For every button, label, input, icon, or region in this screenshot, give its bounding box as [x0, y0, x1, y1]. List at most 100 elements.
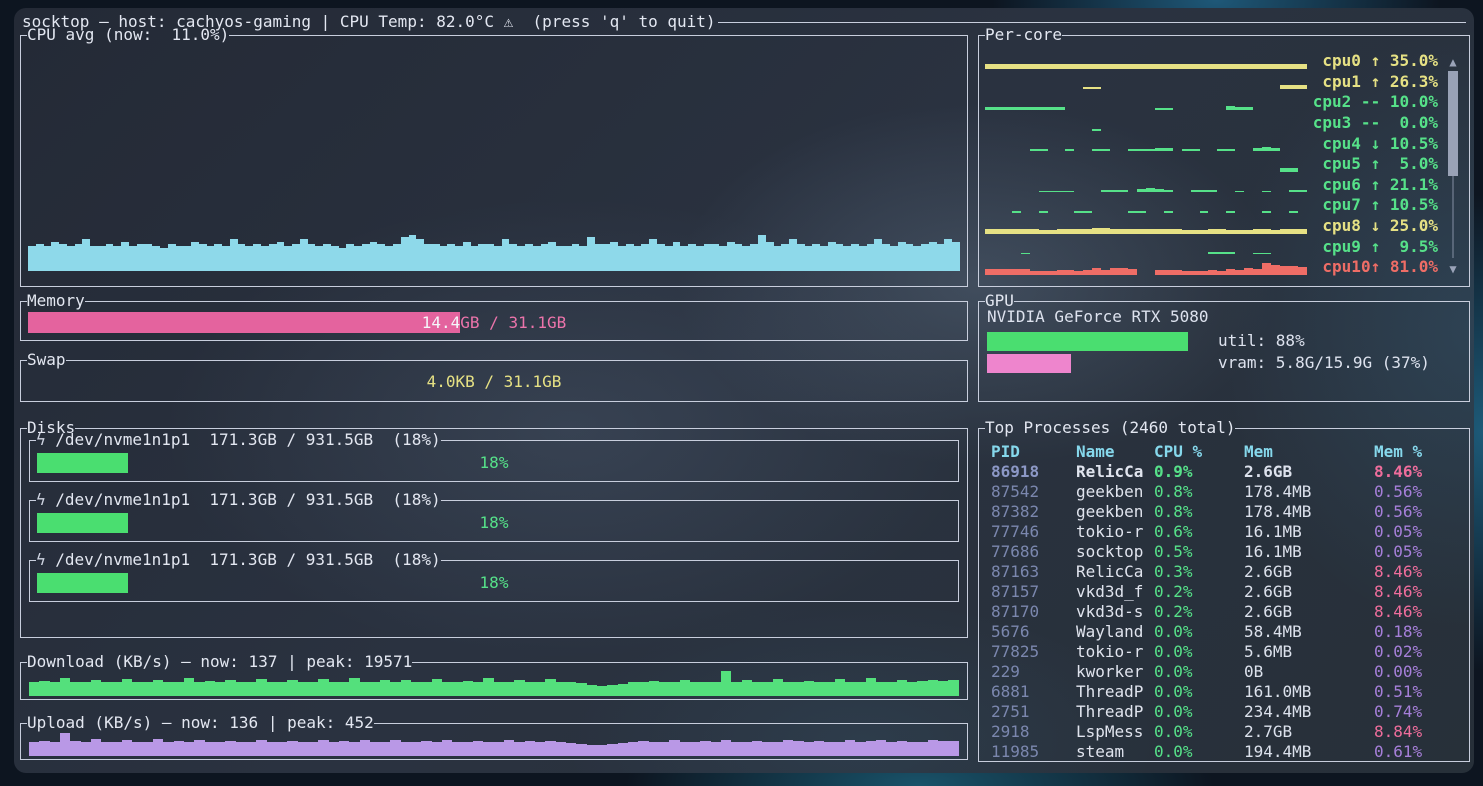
per-core-row: cpu7 ↑ 10.5% [979, 195, 1469, 216]
process-mem: 194.4MB [1244, 742, 1311, 762]
per-core-list: cpu0 ↑ 35.0% cpu1 ↑ 26.3% cpu2 -- 10.0% … [979, 51, 1469, 278]
app-title: socktop — host: cachyos-gaming | CPU Tem… [22, 12, 716, 32]
process-table-header: PID Name CPU % Mem Mem % [979, 442, 1469, 462]
memory-gauge-label: 14.4GB / 31.1GB [28, 312, 960, 333]
process-mem: 2.6GB [1244, 462, 1292, 482]
process-mem: 234.4MB [1244, 702, 1311, 722]
upload-panel: Upload (KB/s) — now: 136 | peak: 452 [20, 723, 968, 760]
process-cpu: 0.8% [1154, 502, 1193, 522]
process-row[interactable]: 11985 steam 0.0% 194.4MB 0.61% [979, 742, 1469, 762]
process-name: vkd3d-s [1076, 602, 1143, 622]
process-mempct: 8.84% [1374, 722, 1422, 742]
gpu-vram-label: vram: 5.8G/15.9G (37%) [1218, 353, 1430, 373]
process-row[interactable]: 86918 RelicCa 0.9% 2.6GB 8.46% [979, 462, 1469, 482]
process-mempct: 0.56% [1374, 502, 1422, 522]
process-row[interactable]: 77686 socktop 0.5% 16.1MB 0.05% [979, 542, 1469, 562]
process-mem: 161.0MB [1244, 682, 1311, 702]
process-cpu: 0.0% [1154, 702, 1193, 722]
core-label: cpu6 ↑ 21.1% [1308, 175, 1438, 195]
process-name: ThreadP [1076, 702, 1143, 722]
process-row[interactable]: 77825 tokio-r 0.0% 5.6MB 0.02% [979, 642, 1469, 662]
column-header-mempct: Mem % [1374, 442, 1422, 462]
disk-lightning-icon: ϟ [36, 550, 46, 569]
core-label: cpu2 -- 10.0% [1308, 92, 1438, 112]
per-core-panel: Per-core cpu0 ↑ 35.0% cpu1 ↑ 26.3% cpu2 … [978, 35, 1470, 287]
process-row[interactable]: 87542 geekben 0.8% 178.4MB 0.56% [979, 482, 1469, 502]
per-core-row: cpu6 ↑ 21.1% [979, 175, 1469, 196]
swap-panel: Swap 4.0KB / 31.1GB [20, 360, 968, 402]
core-label: cpu0 ↑ 35.0% [1308, 51, 1438, 71]
core-sparkline [985, 75, 1307, 90]
process-row[interactable]: 87163 RelicCa 0.3% 2.6GB 8.46% [979, 562, 1469, 582]
process-name: kworker [1076, 662, 1143, 682]
process-pid: 2751 [991, 702, 1030, 722]
percore-scrollbar[interactable]: ▲ ▼ [1445, 55, 1461, 276]
process-cpu: 0.0% [1154, 682, 1193, 702]
gpu-vram-gauge [987, 354, 1215, 373]
column-header-name: Name [1076, 442, 1115, 462]
process-pid: 87382 [991, 502, 1039, 522]
core-sparkline [985, 137, 1307, 152]
core-label: cpu7 ↑ 10.5% [1308, 195, 1438, 215]
process-pid: 87542 [991, 482, 1039, 502]
process-pid: 87170 [991, 602, 1039, 622]
disk-gauge-label: 18% [37, 573, 951, 593]
column-header-mem: Mem [1244, 442, 1273, 462]
process-row[interactable]: 5676 Wayland 0.0% 58.4MB 0.18% [979, 622, 1469, 642]
swap-gauge-label: 4.0KB / 31.1GB [28, 371, 960, 393]
process-mem: 2.7GB [1244, 722, 1292, 742]
core-label: cpu10↑ 81.0% [1308, 257, 1438, 277]
download-panel: Download (KB/s) — now: 137 | peak: 19571 [20, 662, 968, 700]
scroll-up-icon[interactable]: ▲ [1445, 55, 1461, 69]
app-titlebar: socktop — host: cachyos-gaming | CPU Tem… [22, 13, 1466, 31]
gpu-util-gauge [987, 332, 1215, 351]
core-sparkline [985, 54, 1307, 69]
core-label: cpu9 ↑ 9.5% [1308, 237, 1438, 257]
process-cpu: 0.0% [1154, 622, 1193, 642]
process-name: geekben [1076, 502, 1143, 522]
process-row[interactable]: 2918 LspMess 0.0% 2.7GB 8.84% [979, 722, 1469, 742]
disk-gauge: 18% [37, 453, 951, 473]
processes-panel: Top Processes (2460 total) PID Name CPU … [978, 428, 1470, 762]
process-mem: 0B [1244, 662, 1263, 682]
process-row[interactable]: 6881 ThreadP 0.0% 161.0MB 0.51% [979, 682, 1469, 702]
core-sparkline [985, 178, 1307, 193]
process-mem: 178.4MB [1244, 482, 1311, 502]
process-row[interactable]: 2751 ThreadP 0.0% 234.4MB 0.74% [979, 702, 1469, 722]
process-pid: 87157 [991, 582, 1039, 602]
core-label: cpu4 ↓ 10.5% [1308, 134, 1438, 154]
per-core-row: cpu2 -- 10.0% [979, 92, 1469, 113]
column-header-pid: PID [991, 442, 1020, 462]
process-mem: 2.6GB [1244, 562, 1292, 582]
process-mempct: 0.00% [1374, 662, 1422, 682]
disk-title: /dev/nvme1n1p1 171.3GB / 931.5GB (18%) [46, 550, 441, 569]
process-row[interactable]: 87157 vkd3d_f 0.2% 2.6GB 8.46% [979, 582, 1469, 602]
core-label: cpu5 ↑ 5.0% [1308, 154, 1438, 174]
process-row[interactable]: 87170 vkd3d-s 0.2% 2.6GB 8.46% [979, 602, 1469, 622]
process-mem: 2.6GB [1244, 582, 1292, 602]
process-name: Wayland [1076, 622, 1143, 642]
process-name: tokio-r [1076, 522, 1143, 542]
disk-item: ϟ /dev/nvme1n1p1 171.3GB / 931.5GB (18%)… [29, 440, 959, 482]
memory-title: Memory [27, 291, 85, 311]
core-sparkline [985, 157, 1307, 172]
process-pid: 5676 [991, 622, 1030, 642]
process-mem: 16.1MB [1244, 542, 1302, 562]
process-pid: 77686 [991, 542, 1039, 562]
process-mem: 2.6GB [1244, 602, 1292, 622]
disk-item: ϟ /dev/nvme1n1p1 171.3GB / 931.5GB (18%)… [29, 500, 959, 542]
disks-panel: Disks ϟ /dev/nvme1n1p1 171.3GB / 931.5GB… [20, 428, 968, 638]
process-mempct: 0.56% [1374, 482, 1422, 502]
scroll-down-icon[interactable]: ▼ [1445, 262, 1461, 276]
gpu-vram-fill [987, 354, 1071, 373]
process-mempct: 0.18% [1374, 622, 1422, 642]
gpu-name: NVIDIA GeForce RTX 5080 [987, 307, 1209, 327]
process-row[interactable]: 77746 tokio-r 0.6% 16.1MB 0.05% [979, 522, 1469, 542]
download-title: Download (KB/s) — now: 137 | peak: 19571 [27, 652, 412, 672]
memory-panel: Memory 14.4GB / 31.1GB [20, 301, 968, 341]
process-row[interactable]: 229 kworker 0.0% 0B 0.00% [979, 662, 1469, 682]
per-core-row: cpu4 ↓ 10.5% [979, 134, 1469, 155]
column-header-cpu: CPU % [1154, 442, 1202, 462]
scrollbar-thumb[interactable] [1448, 71, 1458, 176]
process-row[interactable]: 87382 geekben 0.8% 178.4MB 0.56% [979, 502, 1469, 522]
